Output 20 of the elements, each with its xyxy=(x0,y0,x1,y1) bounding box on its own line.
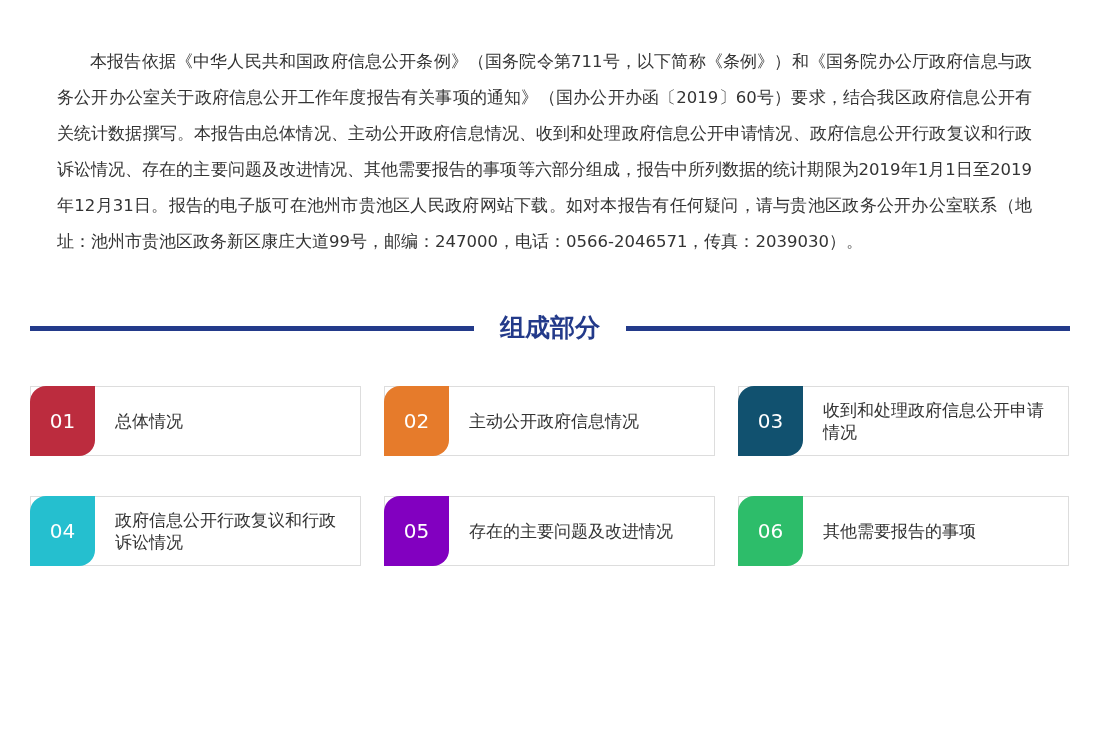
part-card[interactable]: 02 主动公开政府信息情况 xyxy=(384,386,715,456)
part-number: 06 xyxy=(738,496,803,566)
part-number: 04 xyxy=(30,496,95,566)
part-card[interactable]: 06 其他需要报告的事项 xyxy=(738,496,1069,566)
part-number: 01 xyxy=(30,386,95,456)
part-number: 05 xyxy=(384,496,449,566)
part-label: 存在的主要问题及改进情况 xyxy=(468,520,674,542)
part-card[interactable]: 03 收到和处理政府信息公开申请情况 xyxy=(738,386,1069,456)
part-card[interactable]: 04 政府信息公开行政复议和行政诉讼情况 xyxy=(30,496,361,566)
part-label: 总体情况 xyxy=(114,410,184,432)
intro-paragraph: 本报告依据《中华人民共和国政府信息公开条例》（国务院令第711号，以下简称《条例》）和《国务院办公厅政府信息与政务公开办公室关于政府信息公开工作年度报告有关事项的通知》（国办公开办函〔2019〕60号）要求，结合我区政府信息公开有关统计数据撰写。本报告由总体情况、主动公开政府信息情况、收到和处理政府信息公开申请情况、政府信息公开行政复议和行政诉讼情况、存在的主要问题及改进情况、其他需要报告的事项等六部分组成，报告中所列数据的统计期限为2019年1月1日至2019年12月31日。报告的电子版可在池州市贵池区人民政府网站下载。如对本报告有任何疑问，请与贵池区政务公开办公室联系（地址：池州市贵池区政务新区康庄大道99号，邮编：247000，电话：0566-2046571，传真：2039030）。 xyxy=(57,51,1032,253)
section-title: 组成部分 xyxy=(500,312,600,344)
part-label: 收到和处理政府信息公开申请情况 xyxy=(821,399,1045,443)
part-label: 政府信息公开行政复议和行政诉讼情况 xyxy=(114,509,337,553)
part-label: 其他需要报告的事项 xyxy=(822,520,977,542)
part-label: 主动公开政府信息情况 xyxy=(468,410,640,432)
part-number: 02 xyxy=(384,386,449,456)
part-card[interactable]: 05 存在的主要问题及改进情况 xyxy=(384,496,715,566)
part-number: 03 xyxy=(738,386,803,456)
part-card[interactable]: 01 总体情况 xyxy=(30,386,361,456)
